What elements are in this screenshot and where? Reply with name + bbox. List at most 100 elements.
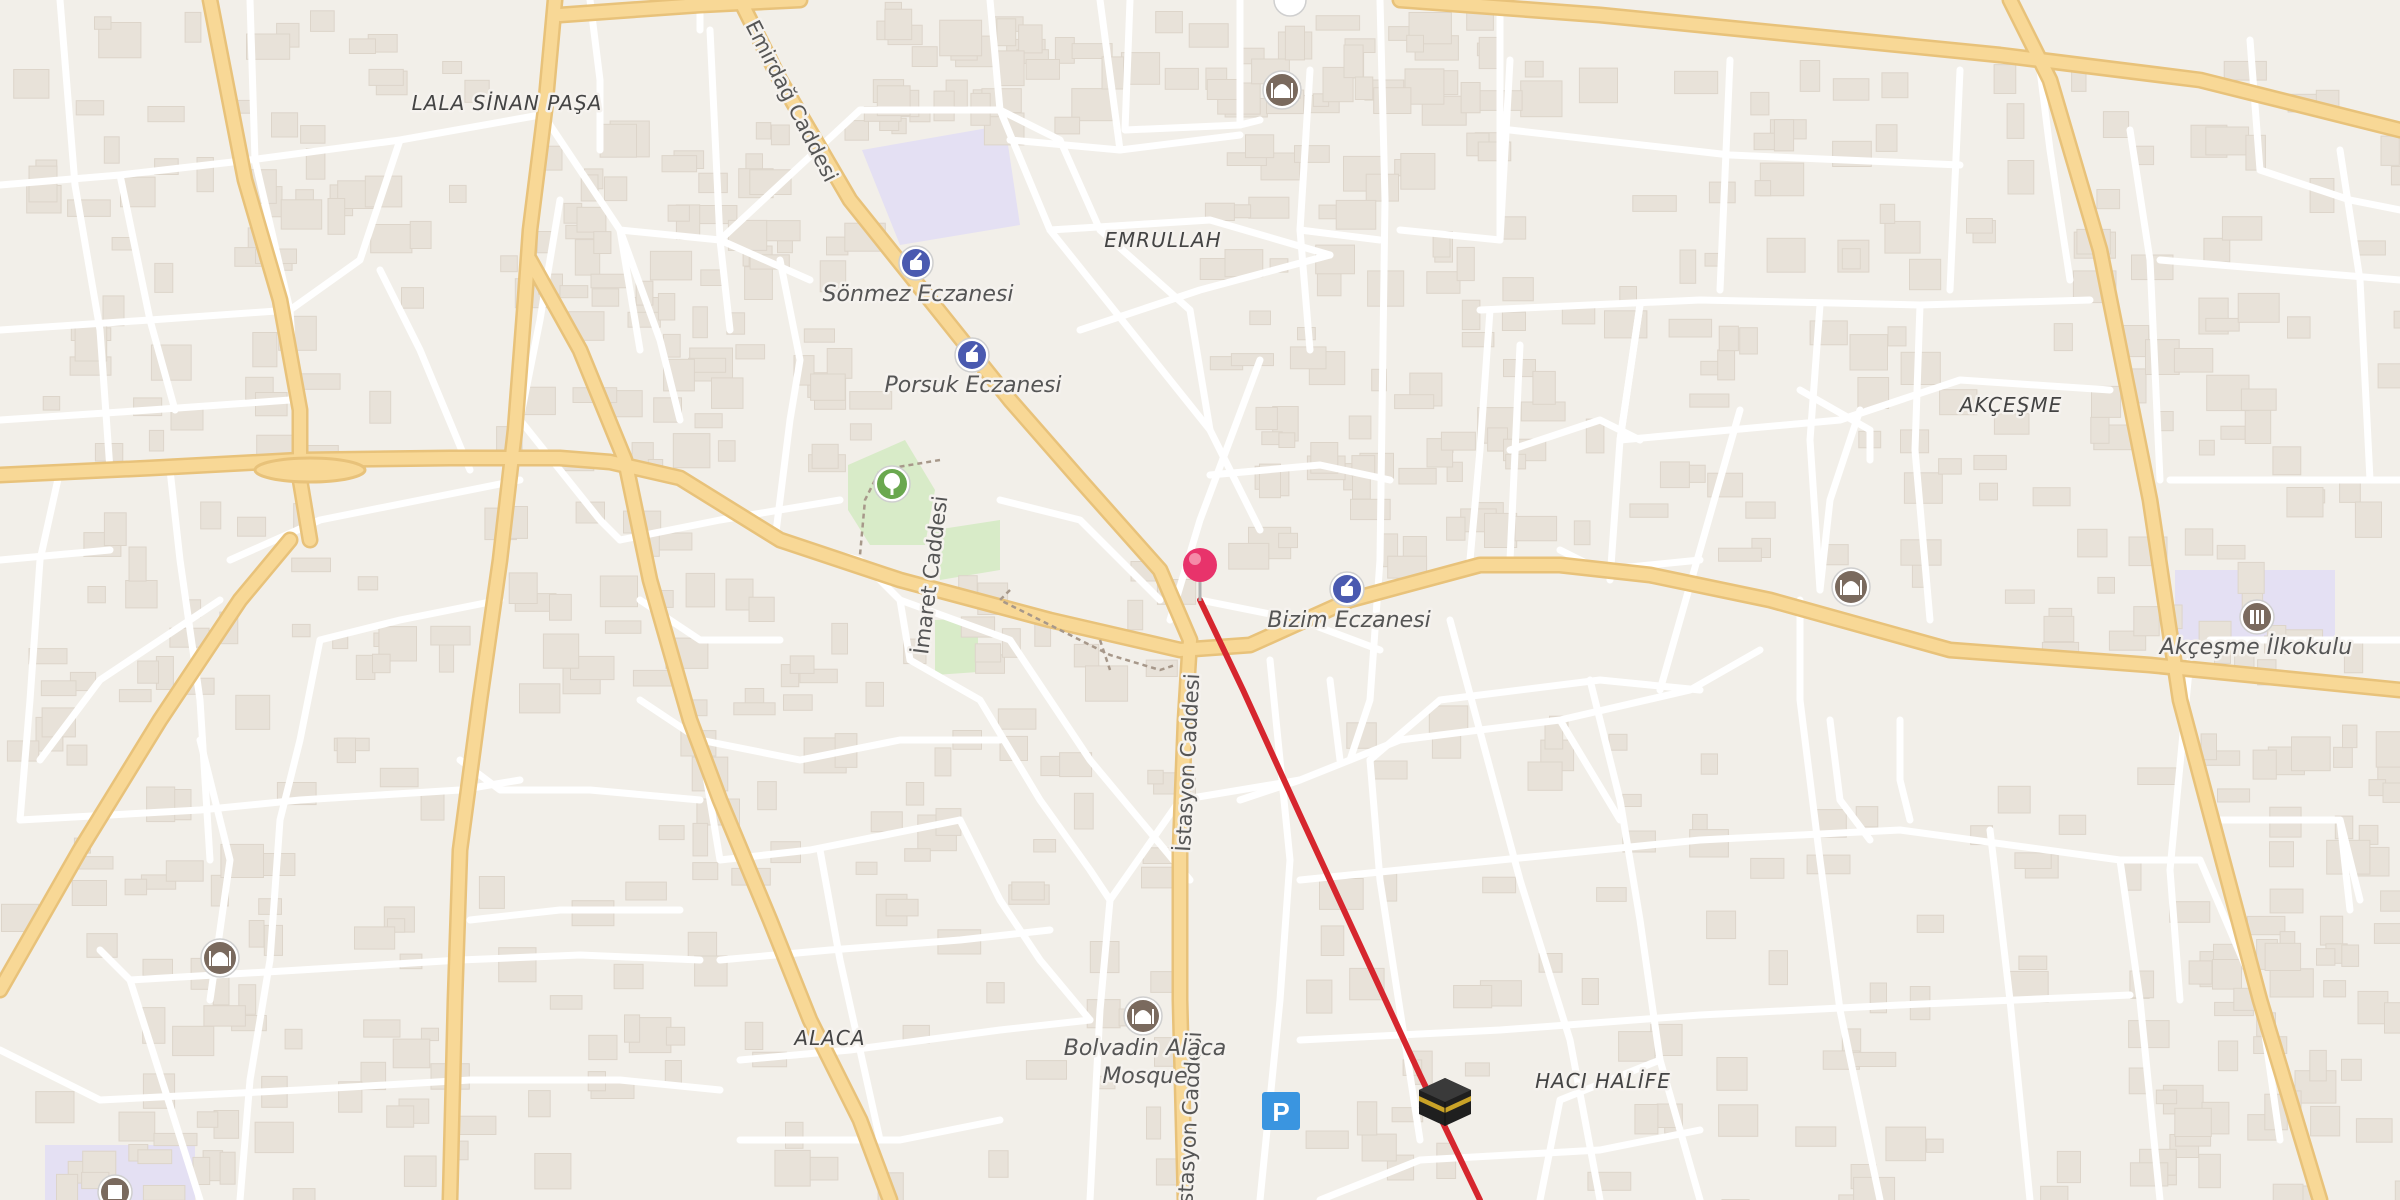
building — [672, 433, 711, 469]
building — [1750, 857, 1785, 879]
building — [1745, 501, 1776, 519]
building — [1394, 394, 1435, 410]
building — [1343, 44, 1364, 79]
building — [783, 694, 813, 711]
mosque-icon[interactable] — [200, 938, 240, 978]
building — [1294, 145, 1330, 163]
building — [1718, 1104, 1759, 1137]
map-view[interactable]: LALA SİNAN PAŞA EMRULLAH AKÇEŞME ALACA H… — [0, 0, 2400, 1200]
building — [2220, 425, 2246, 440]
building — [2342, 724, 2358, 749]
building — [184, 11, 202, 43]
building — [1164, 67, 1199, 90]
building — [165, 860, 204, 882]
building — [884, 8, 913, 41]
parking-icon[interactable]: P — [1262, 1092, 1300, 1130]
park-tree-icon[interactable] — [873, 465, 911, 503]
building — [810, 373, 846, 401]
building — [386, 1105, 415, 1128]
building — [733, 702, 776, 716]
pharmacy-icon[interactable] — [898, 245, 934, 281]
mosque-icon[interactable] — [1262, 70, 1302, 110]
building — [939, 19, 983, 57]
building — [500, 255, 518, 273]
building — [2096, 189, 2121, 210]
building — [196, 1111, 219, 1128]
building — [519, 683, 561, 714]
building — [1909, 258, 1942, 291]
building — [2014, 852, 2052, 869]
building — [694, 413, 723, 429]
building — [1482, 876, 1517, 894]
building — [2333, 746, 2353, 768]
poi-label-sonmez-eczanesi: Sönmez Eczanesi — [823, 282, 1014, 307]
building — [2137, 767, 2178, 786]
building — [1446, 516, 1466, 541]
building — [2198, 1153, 2221, 1189]
building — [153, 1132, 198, 1147]
building — [1188, 23, 1229, 48]
pharmacy-icon[interactable] — [954, 337, 990, 373]
building — [35, 1091, 75, 1124]
pharmacy-icon[interactable] — [1329, 571, 1365, 607]
building — [904, 848, 931, 862]
building — [1356, 1101, 1378, 1136]
building — [125, 580, 158, 609]
building — [1432, 234, 1451, 258]
building — [103, 136, 120, 164]
building — [599, 575, 638, 608]
building — [1398, 467, 1437, 485]
building — [1348, 415, 1372, 440]
building — [1806, 854, 1851, 875]
school-icon[interactable] — [2239, 599, 2275, 635]
building — [2056, 1150, 2082, 1184]
building — [409, 220, 432, 249]
building — [789, 655, 815, 674]
building — [664, 1060, 682, 1085]
building — [1255, 406, 1278, 431]
building — [2205, 317, 2240, 332]
building — [831, 622, 848, 655]
building — [1993, 64, 2017, 94]
map-canvas[interactable]: LALA SİNAN PAŞA EMRULLAH AKÇEŞME ALACA H… — [0, 0, 2400, 1200]
building — [785, 1121, 804, 1149]
building — [1766, 237, 1806, 273]
mosque-icon[interactable] — [1831, 567, 1871, 607]
building — [1071, 88, 1114, 122]
building — [2004, 589, 2035, 604]
building — [1674, 70, 1719, 95]
building — [1147, 769, 1164, 785]
poi-label-bizim-eczanesi: Bizim Eczanesi — [1267, 608, 1430, 633]
building — [865, 681, 884, 707]
building — [1832, 78, 1870, 101]
building — [761, 220, 801, 242]
building — [1278, 432, 1296, 448]
building — [1689, 393, 1730, 408]
building — [2184, 528, 2214, 556]
building — [1884, 220, 1921, 254]
mosque-icon[interactable] — [1123, 996, 1163, 1036]
building — [1406, 34, 1424, 53]
building — [354, 926, 396, 950]
building — [369, 390, 392, 424]
building — [284, 1028, 303, 1050]
building — [2133, 606, 2160, 637]
building — [2173, 348, 2214, 373]
building — [75, 100, 105, 116]
building — [1335, 199, 1377, 230]
building — [327, 198, 346, 235]
building — [657, 532, 693, 551]
building — [2323, 980, 2347, 998]
building — [2269, 888, 2304, 914]
building — [1502, 277, 1534, 302]
building — [1608, 733, 1628, 751]
building — [442, 61, 463, 74]
building — [1875, 124, 1898, 152]
building — [2212, 959, 2242, 990]
building — [1025, 59, 1060, 80]
building — [2354, 501, 2382, 538]
building — [94, 16, 112, 30]
building — [459, 1115, 497, 1135]
building — [576, 206, 607, 233]
building — [1679, 249, 1697, 284]
